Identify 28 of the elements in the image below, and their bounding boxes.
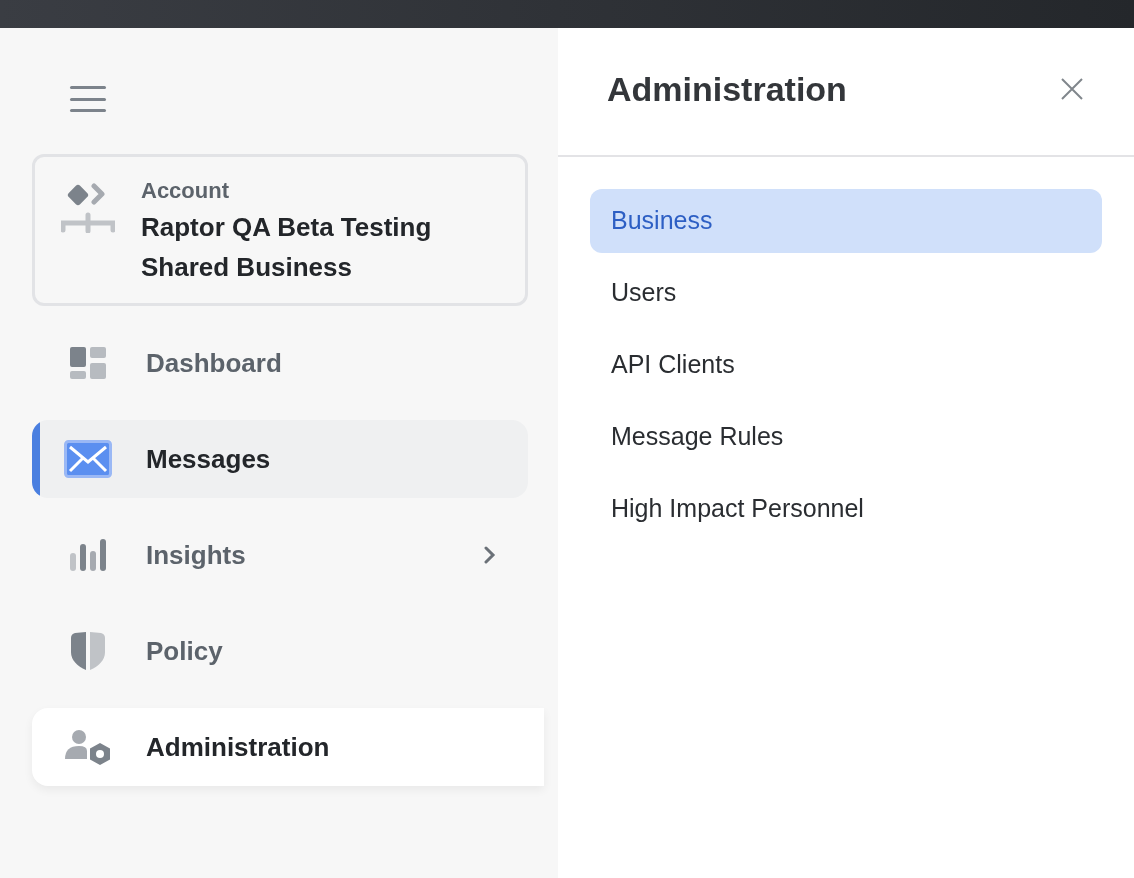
nav-item[interactable]: Insights: [32, 516, 528, 594]
nav-item[interactable]: Dashboard: [32, 324, 528, 402]
panel-menu-item[interactable]: Users: [590, 261, 1102, 325]
chevron-right-icon: [484, 546, 496, 564]
shield-icon: [71, 632, 105, 670]
nav-label: Administration: [146, 730, 330, 764]
close-icon[interactable]: [1060, 76, 1084, 101]
nav-label: Dashboard: [146, 346, 282, 380]
panel-menu-item[interactable]: Business: [590, 189, 1102, 253]
nav-item[interactable]: Policy: [32, 612, 528, 690]
panel-title: Administration: [607, 69, 847, 110]
account-label: Account: [141, 177, 230, 205]
account-name: Raptor QA Beta Testing Shared Business: [141, 211, 433, 284]
panel-menu-item[interactable]: High Impact Personnel: [590, 477, 1102, 541]
panel-menu-item[interactable]: API Clients: [590, 333, 1102, 397]
user-gear-icon: [65, 729, 111, 765]
org-chart-icon: [61, 183, 115, 233]
bar-chart-icon: [70, 539, 106, 571]
envelope-icon: [64, 440, 112, 478]
nav-label: Insights: [146, 538, 246, 572]
dashboard-icon: [70, 347, 106, 379]
nav-label: Messages: [146, 442, 271, 476]
menu-icon[interactable]: [70, 84, 106, 114]
nav-item[interactable]: Messages: [32, 420, 528, 498]
nav-label: Policy: [146, 634, 223, 668]
panel-menu-item[interactable]: Message Rules: [590, 405, 1102, 469]
account-card[interactable]: Account Raptor QA Beta Testing Shared Business: [32, 154, 528, 306]
nav-item[interactable]: Administration: [32, 708, 544, 786]
